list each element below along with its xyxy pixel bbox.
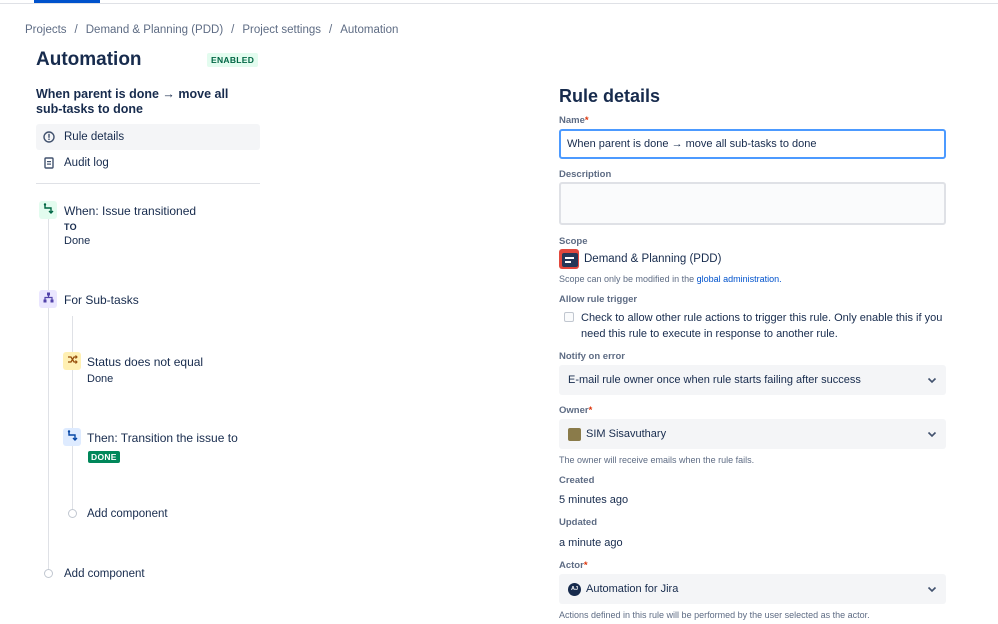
- actor-label: Actor*: [559, 560, 588, 571]
- rule-name-heading: When parent is done → move all sub-tasks…: [36, 87, 229, 116]
- project-logo-inner: [562, 253, 578, 267]
- action-icon: [67, 428, 78, 446]
- info-icon: [42, 130, 56, 144]
- actor-label-text: Actor: [559, 560, 584, 571]
- breadcrumb-separator: /: [74, 24, 78, 36]
- actor-value: Automation for Jira: [586, 583, 679, 595]
- global-administration-link[interactable]: global administration.: [697, 274, 782, 284]
- project-logo-line: [565, 257, 574, 259]
- owner-avatar: [568, 427, 581, 441]
- trigger-status-value: Done: [64, 235, 91, 247]
- audit-log-icon: [42, 156, 56, 170]
- actor-select[interactable]: AJ Automation for Jira: [559, 574, 946, 604]
- scope-value: Demand & Planning (PDD): [584, 253, 722, 265]
- nav-rule-details[interactable]: Rule details: [36, 124, 260, 150]
- inner-add-dot[interactable]: [68, 509, 77, 518]
- required-mark: *: [588, 405, 593, 416]
- scope-help-text: Scope can only be modified in the: [559, 274, 695, 284]
- breadcrumb-separator: /: [231, 24, 235, 36]
- top-bar: [0, 0, 998, 4]
- branch-connector-line: [72, 316, 73, 509]
- notify-value: E-mail rule owner once when rule starts …: [568, 374, 861, 386]
- branch-component-icon[interactable]: [39, 290, 57, 308]
- breadcrumb-separator: /: [329, 24, 333, 36]
- allow-trigger-label: Allow rule trigger: [559, 294, 638, 305]
- breadcrumb: Projects / Demand & Planning (PDD) / Pro…: [25, 24, 398, 36]
- condition-value: Done: [87, 373, 114, 385]
- page-title: Automation: [36, 49, 142, 70]
- outer-add-component-button[interactable]: Add component: [64, 568, 145, 580]
- rule-details-title: Rule details: [559, 86, 661, 106]
- required-mark: *: [584, 115, 589, 126]
- trigger-title[interactable]: When: Issue transitioned: [64, 204, 196, 218]
- nav-rule-details-label: Rule details: [64, 131, 125, 143]
- breadcrumb-project[interactable]: Demand & Planning (PDD): [86, 24, 223, 36]
- owner-label: Owner*: [559, 405, 592, 416]
- description-textarea[interactable]: [559, 182, 946, 225]
- nav-divider: [36, 183, 260, 184]
- inner-add-component-button[interactable]: Add component: [87, 508, 168, 520]
- chevron-down-icon: [926, 583, 938, 595]
- owner-value: SIM Sisavuthary: [586, 428, 667, 440]
- updated-value: a minute ago: [559, 537, 623, 549]
- nav-audit-log-label: Audit log: [64, 157, 109, 169]
- condition-icon: [67, 352, 78, 370]
- trigger-icon: [43, 201, 54, 219]
- updated-label: Updated: [559, 517, 597, 528]
- name-input[interactable]: [559, 129, 946, 159]
- name-label: Name*: [559, 115, 589, 126]
- allow-trigger-text: Check to allow other rule actions to tri…: [581, 312, 943, 340]
- breadcrumb-project-settings[interactable]: Project settings: [242, 24, 321, 36]
- action-title[interactable]: Then: Transition the issue to: [87, 431, 238, 445]
- breadcrumb-automation[interactable]: Automation: [340, 24, 398, 36]
- required-mark: *: [583, 560, 588, 571]
- outer-add-dot[interactable]: [44, 569, 53, 578]
- description-label: Description: [559, 169, 612, 180]
- nav-audit-log[interactable]: Audit log: [36, 150, 260, 176]
- project-logo-line: [565, 261, 571, 263]
- done-status-lozenge: DONE: [88, 451, 120, 463]
- owner-help: The owner will receive emails when the r…: [559, 455, 755, 465]
- status-badge: ENABLED: [207, 53, 259, 67]
- notify-select[interactable]: E-mail rule owner once when rule starts …: [559, 365, 946, 395]
- action-component-icon[interactable]: [63, 428, 81, 446]
- condition-title[interactable]: Status does not equal: [87, 355, 203, 369]
- flow-connector-line: [48, 218, 49, 572]
- active-tab-indicator: [34, 0, 100, 3]
- scope-label: Scope: [559, 236, 588, 247]
- actor-help: Actions defined in this rule will be per…: [559, 610, 870, 620]
- chevron-down-icon: [926, 428, 938, 440]
- scope-help: Scope can only be modified in the global…: [559, 274, 782, 284]
- name-label-text: Name: [559, 115, 585, 126]
- owner-select[interactable]: SIM Sisavuthary: [559, 419, 946, 449]
- allow-trigger-checkbox[interactable]: [564, 312, 574, 322]
- trigger-to-label: TO: [64, 222, 77, 232]
- breadcrumb-projects[interactable]: Projects: [25, 24, 67, 36]
- project-logo-icon: [559, 249, 579, 269]
- created-value: 5 minutes ago: [559, 494, 629, 506]
- branch-title[interactable]: For Sub-tasks: [64, 293, 139, 307]
- notify-label: Notify on error: [559, 351, 625, 362]
- actor-avatar: AJ: [568, 582, 581, 596]
- branch-icon: [43, 290, 54, 308]
- condition-component-icon[interactable]: [63, 352, 81, 370]
- owner-label-text: Owner: [559, 405, 589, 416]
- chevron-down-icon: [926, 374, 938, 386]
- created-label: Created: [559, 475, 595, 486]
- trigger-component-icon[interactable]: [39, 201, 57, 219]
